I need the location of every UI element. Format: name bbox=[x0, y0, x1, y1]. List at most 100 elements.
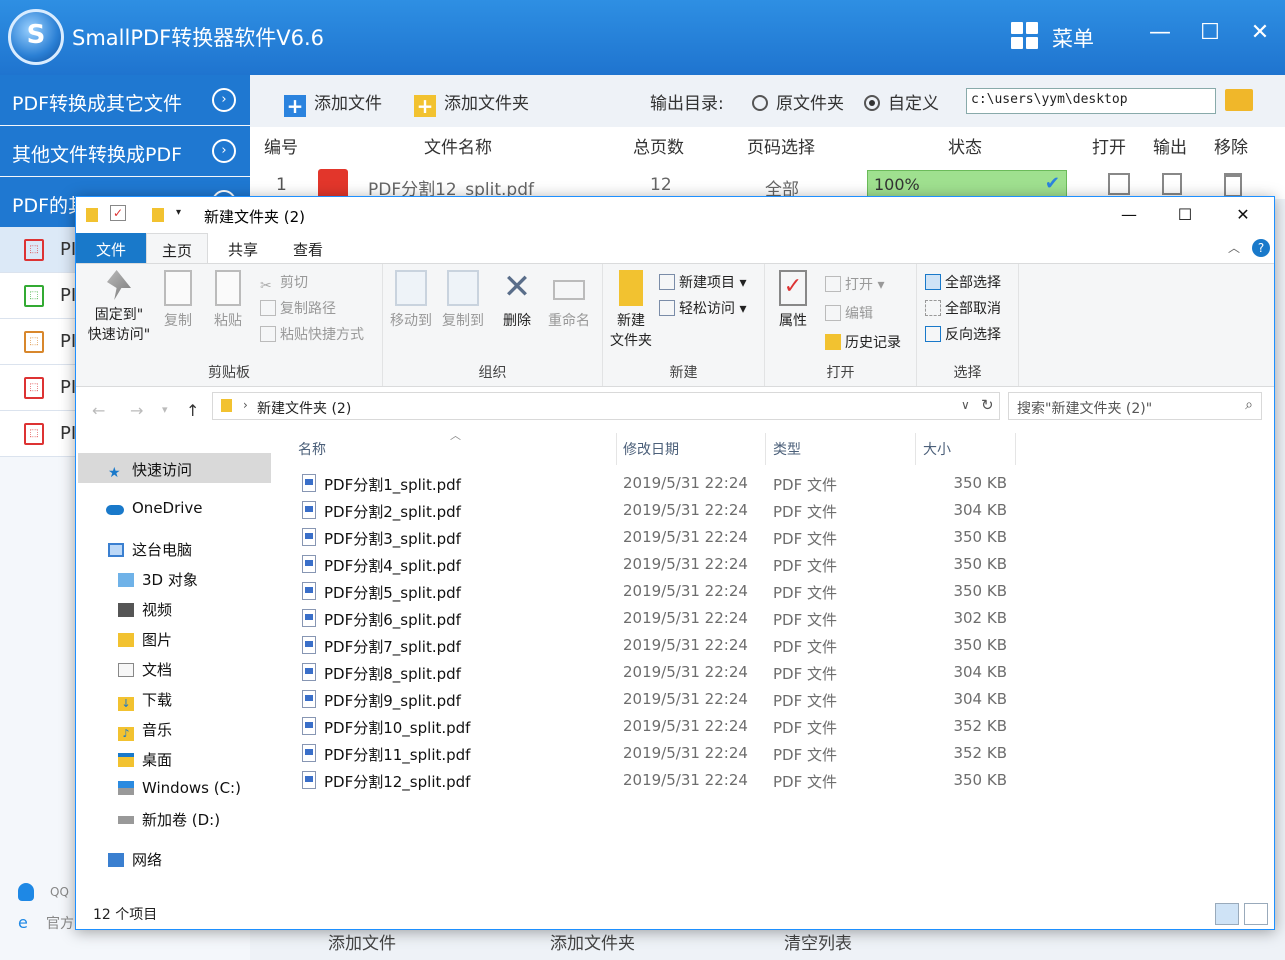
add-folder-button[interactable]: + 添加文件夹 bbox=[414, 89, 529, 117]
nav-desktop[interactable]: 桌面 bbox=[118, 749, 172, 770]
file-row[interactable]: PDF分割4_split.pdf 2019/5/31 22:24 PDF 文件 350… bbox=[294, 552, 1024, 579]
file-row[interactable]: PDF分割2_split.pdf 2019/5/31 22:24 PDF 文件 304… bbox=[294, 498, 1024, 525]
pdf-file-icon bbox=[302, 582, 316, 600]
qq-label[interactable]: QQ bbox=[50, 885, 69, 899]
nav-videos[interactable]: 视频 bbox=[118, 599, 172, 620]
file-row[interactable]: PDF分割5_split.pdf 2019/5/31 22:24 PDF 文件 350… bbox=[294, 579, 1024, 606]
select-none-button[interactable]: 全部取消 bbox=[925, 298, 1001, 318]
output-file-icon[interactable] bbox=[1162, 173, 1182, 195]
address-dropdown-icon[interactable]: ∨ bbox=[961, 398, 970, 412]
paste-button[interactable]: 粘贴 bbox=[210, 270, 246, 330]
nav-documents[interactable]: 文档 bbox=[118, 659, 172, 680]
copy-to-button[interactable]: 复制到 bbox=[439, 270, 487, 330]
app-close-button[interactable]: ✕ bbox=[1245, 18, 1275, 48]
select-all-button[interactable]: 全部选择 bbox=[925, 272, 1001, 292]
pin-quick-access-button[interactable]: 固定到" 快速访问" bbox=[84, 270, 154, 344]
invert-selection-button[interactable]: 反向选择 bbox=[925, 324, 1001, 344]
file-row[interactable]: PDF分割12_split.pdf 2019/5/31 22:24 PDF 文件 35… bbox=[294, 768, 1024, 795]
open-button[interactable]: 打开 ▾ bbox=[825, 274, 884, 294]
music-icon: ♪ bbox=[118, 727, 134, 741]
table-row[interactable]: 1 PDF分割12_split.pdf 12 全部 bbox=[250, 159, 1285, 200]
customize-quick-access-icon[interactable]: ▾ bbox=[176, 207, 181, 218]
file-row[interactable]: PDF分割8_split.pdf 2019/5/31 22:24 PDF 文件 304… bbox=[294, 660, 1024, 687]
forward-arrow-icon[interactable]: → bbox=[130, 401, 143, 420]
file-row[interactable]: PDF分割10_split.pdf 2019/5/31 22:24 PDF 文件 35… bbox=[294, 714, 1024, 741]
open-file-icon[interactable] bbox=[1108, 173, 1130, 195]
add-file-button[interactable]: + 添加文件 bbox=[284, 89, 382, 117]
nav-drive-c[interactable]: Windows (C:) bbox=[118, 779, 241, 797]
nav-this-pc[interactable]: 这台电脑 bbox=[108, 539, 192, 560]
trash-icon[interactable] bbox=[1224, 173, 1242, 197]
file-row[interactable]: PDF分割3_split.pdf 2019/5/31 22:24 PDF 文件 350… bbox=[294, 525, 1024, 552]
menu-button[interactable]: 菜单 bbox=[1052, 23, 1094, 53]
tab-home[interactable]: 主页 bbox=[146, 233, 208, 263]
chevron-up-icon[interactable]: ︿ bbox=[1228, 239, 1240, 256]
browse-folder-icon[interactable] bbox=[1225, 89, 1253, 111]
column-header-name[interactable]: 名称 bbox=[298, 439, 326, 459]
tab-view[interactable]: 查看 bbox=[280, 233, 336, 263]
column-divider[interactable] bbox=[1015, 433, 1016, 465]
new-item-button[interactable]: 新建项目 ▾ bbox=[659, 272, 746, 292]
tab-share[interactable]: 共享 bbox=[216, 233, 270, 263]
address-bar[interactable]: › 新建文件夹 (2) ∨ ↻ bbox=[212, 392, 1000, 420]
cut-button[interactable]: ✂ 剪切 bbox=[260, 272, 308, 294]
explorer-close-button[interactable]: ✕ bbox=[1220, 201, 1266, 229]
explorer-maximize-button[interactable]: ☐ bbox=[1162, 201, 1208, 229]
nav-pdf-to-other[interactable]: PDF转换成其它文件 › bbox=[0, 75, 250, 125]
column-divider[interactable] bbox=[765, 433, 766, 465]
details-view-icon[interactable] bbox=[1215, 903, 1239, 925]
bottom-add-folder-button[interactable]: 添加文件夹 bbox=[550, 929, 635, 954]
app-minimize-button[interactable]: — bbox=[1145, 18, 1175, 48]
up-arrow-icon[interactable]: ↑ bbox=[186, 401, 199, 420]
clear-list-button[interactable]: 清空列表 bbox=[784, 929, 852, 954]
recent-locations-chevron-icon[interactable]: ▾ bbox=[162, 403, 168, 416]
edit-button[interactable]: 编辑 bbox=[825, 303, 873, 323]
nav-music[interactable]: ♪ 音乐 bbox=[118, 719, 172, 741]
large-icons-view-icon[interactable] bbox=[1244, 903, 1268, 925]
back-arrow-icon[interactable]: ← bbox=[92, 401, 105, 420]
nav-drive-d[interactable]: 新加卷 (D:) bbox=[118, 809, 220, 830]
nav-network[interactable]: 网络 bbox=[108, 849, 162, 870]
paste-shortcut-button[interactable]: 粘贴快捷方式 bbox=[260, 324, 364, 344]
easy-access-button[interactable]: 轻松访问 ▾ bbox=[659, 298, 746, 318]
properties-button[interactable]: ✓ 属性 bbox=[775, 270, 811, 330]
col-pages: 总页数 bbox=[633, 138, 684, 158]
history-button[interactable]: 历史记录 bbox=[825, 332, 901, 352]
file-row[interactable]: PDF分割1_split.pdf 2019/5/31 22:24 PDF 文件 350… bbox=[294, 471, 1024, 498]
new-folder-button[interactable]: 新建 文件夹 bbox=[607, 270, 655, 350]
menu-grid-icon[interactable] bbox=[1011, 22, 1039, 50]
explorer-minimize-button[interactable]: — bbox=[1106, 201, 1152, 229]
copy-button[interactable]: 复制 bbox=[160, 270, 196, 330]
nav-3d-objects[interactable]: 3D 对象 bbox=[118, 569, 198, 590]
app-maximize-button[interactable]: ☐ bbox=[1195, 18, 1225, 48]
new-folder-quick-icon[interactable] bbox=[152, 208, 164, 222]
copy-path-button[interactable]: 复制路径 bbox=[260, 298, 336, 318]
file-row[interactable]: PDF分割11_split.pdf 2019/5/31 22:24 PDF 文件 35… bbox=[294, 741, 1024, 768]
nav-pictures[interactable]: 图片 bbox=[118, 629, 172, 650]
radio-custom[interactable]: 自定义 bbox=[864, 89, 939, 114]
nav-other-to-pdf[interactable]: 其他文件转换成PDF › bbox=[0, 126, 250, 176]
file-row[interactable]: PDF分割9_split.pdf 2019/5/31 22:24 PDF 文件 304… bbox=[294, 687, 1024, 714]
column-divider[interactable] bbox=[616, 433, 617, 465]
nav-onedrive[interactable]: OneDrive bbox=[106, 499, 203, 517]
delete-button[interactable]: ✕ 删除 bbox=[499, 270, 535, 330]
bottom-add-file-button[interactable]: 添加文件 bbox=[328, 929, 396, 954]
column-header-type[interactable]: 类型 bbox=[773, 439, 801, 459]
file-row[interactable]: PDF分割7_split.pdf 2019/5/31 22:24 PDF 文件 350… bbox=[294, 633, 1024, 660]
refresh-icon[interactable]: ↻ bbox=[981, 396, 994, 414]
official-site-link[interactable]: 官方 bbox=[46, 913, 74, 933]
radio-source-folder[interactable]: 原文件夹 bbox=[752, 89, 844, 114]
move-to-button[interactable]: 移动到 bbox=[387, 270, 435, 330]
column-divider[interactable] bbox=[915, 433, 916, 465]
nav-downloads[interactable]: ↓ 下载 bbox=[118, 689, 172, 711]
column-header-size[interactable]: 大小 bbox=[923, 439, 951, 459]
search-input[interactable]: 搜索"新建文件夹 (2)" ⌕ bbox=[1008, 392, 1262, 420]
help-icon[interactable]: ? bbox=[1252, 239, 1270, 257]
nav-quick-access[interactable]: ★ 快速访问 bbox=[108, 459, 192, 481]
file-row[interactable]: PDF分割6_split.pdf 2019/5/31 22:24 PDF 文件 302… bbox=[294, 606, 1024, 633]
output-path-field[interactable]: c:\users\yym\desktop bbox=[966, 88, 1216, 114]
properties-quick-icon[interactable]: ✓ bbox=[110, 205, 126, 221]
column-header-date[interactable]: 修改日期 bbox=[623, 439, 679, 459]
tab-file[interactable]: 文件 bbox=[76, 233, 146, 263]
rename-button[interactable]: 重命名 bbox=[543, 270, 595, 330]
